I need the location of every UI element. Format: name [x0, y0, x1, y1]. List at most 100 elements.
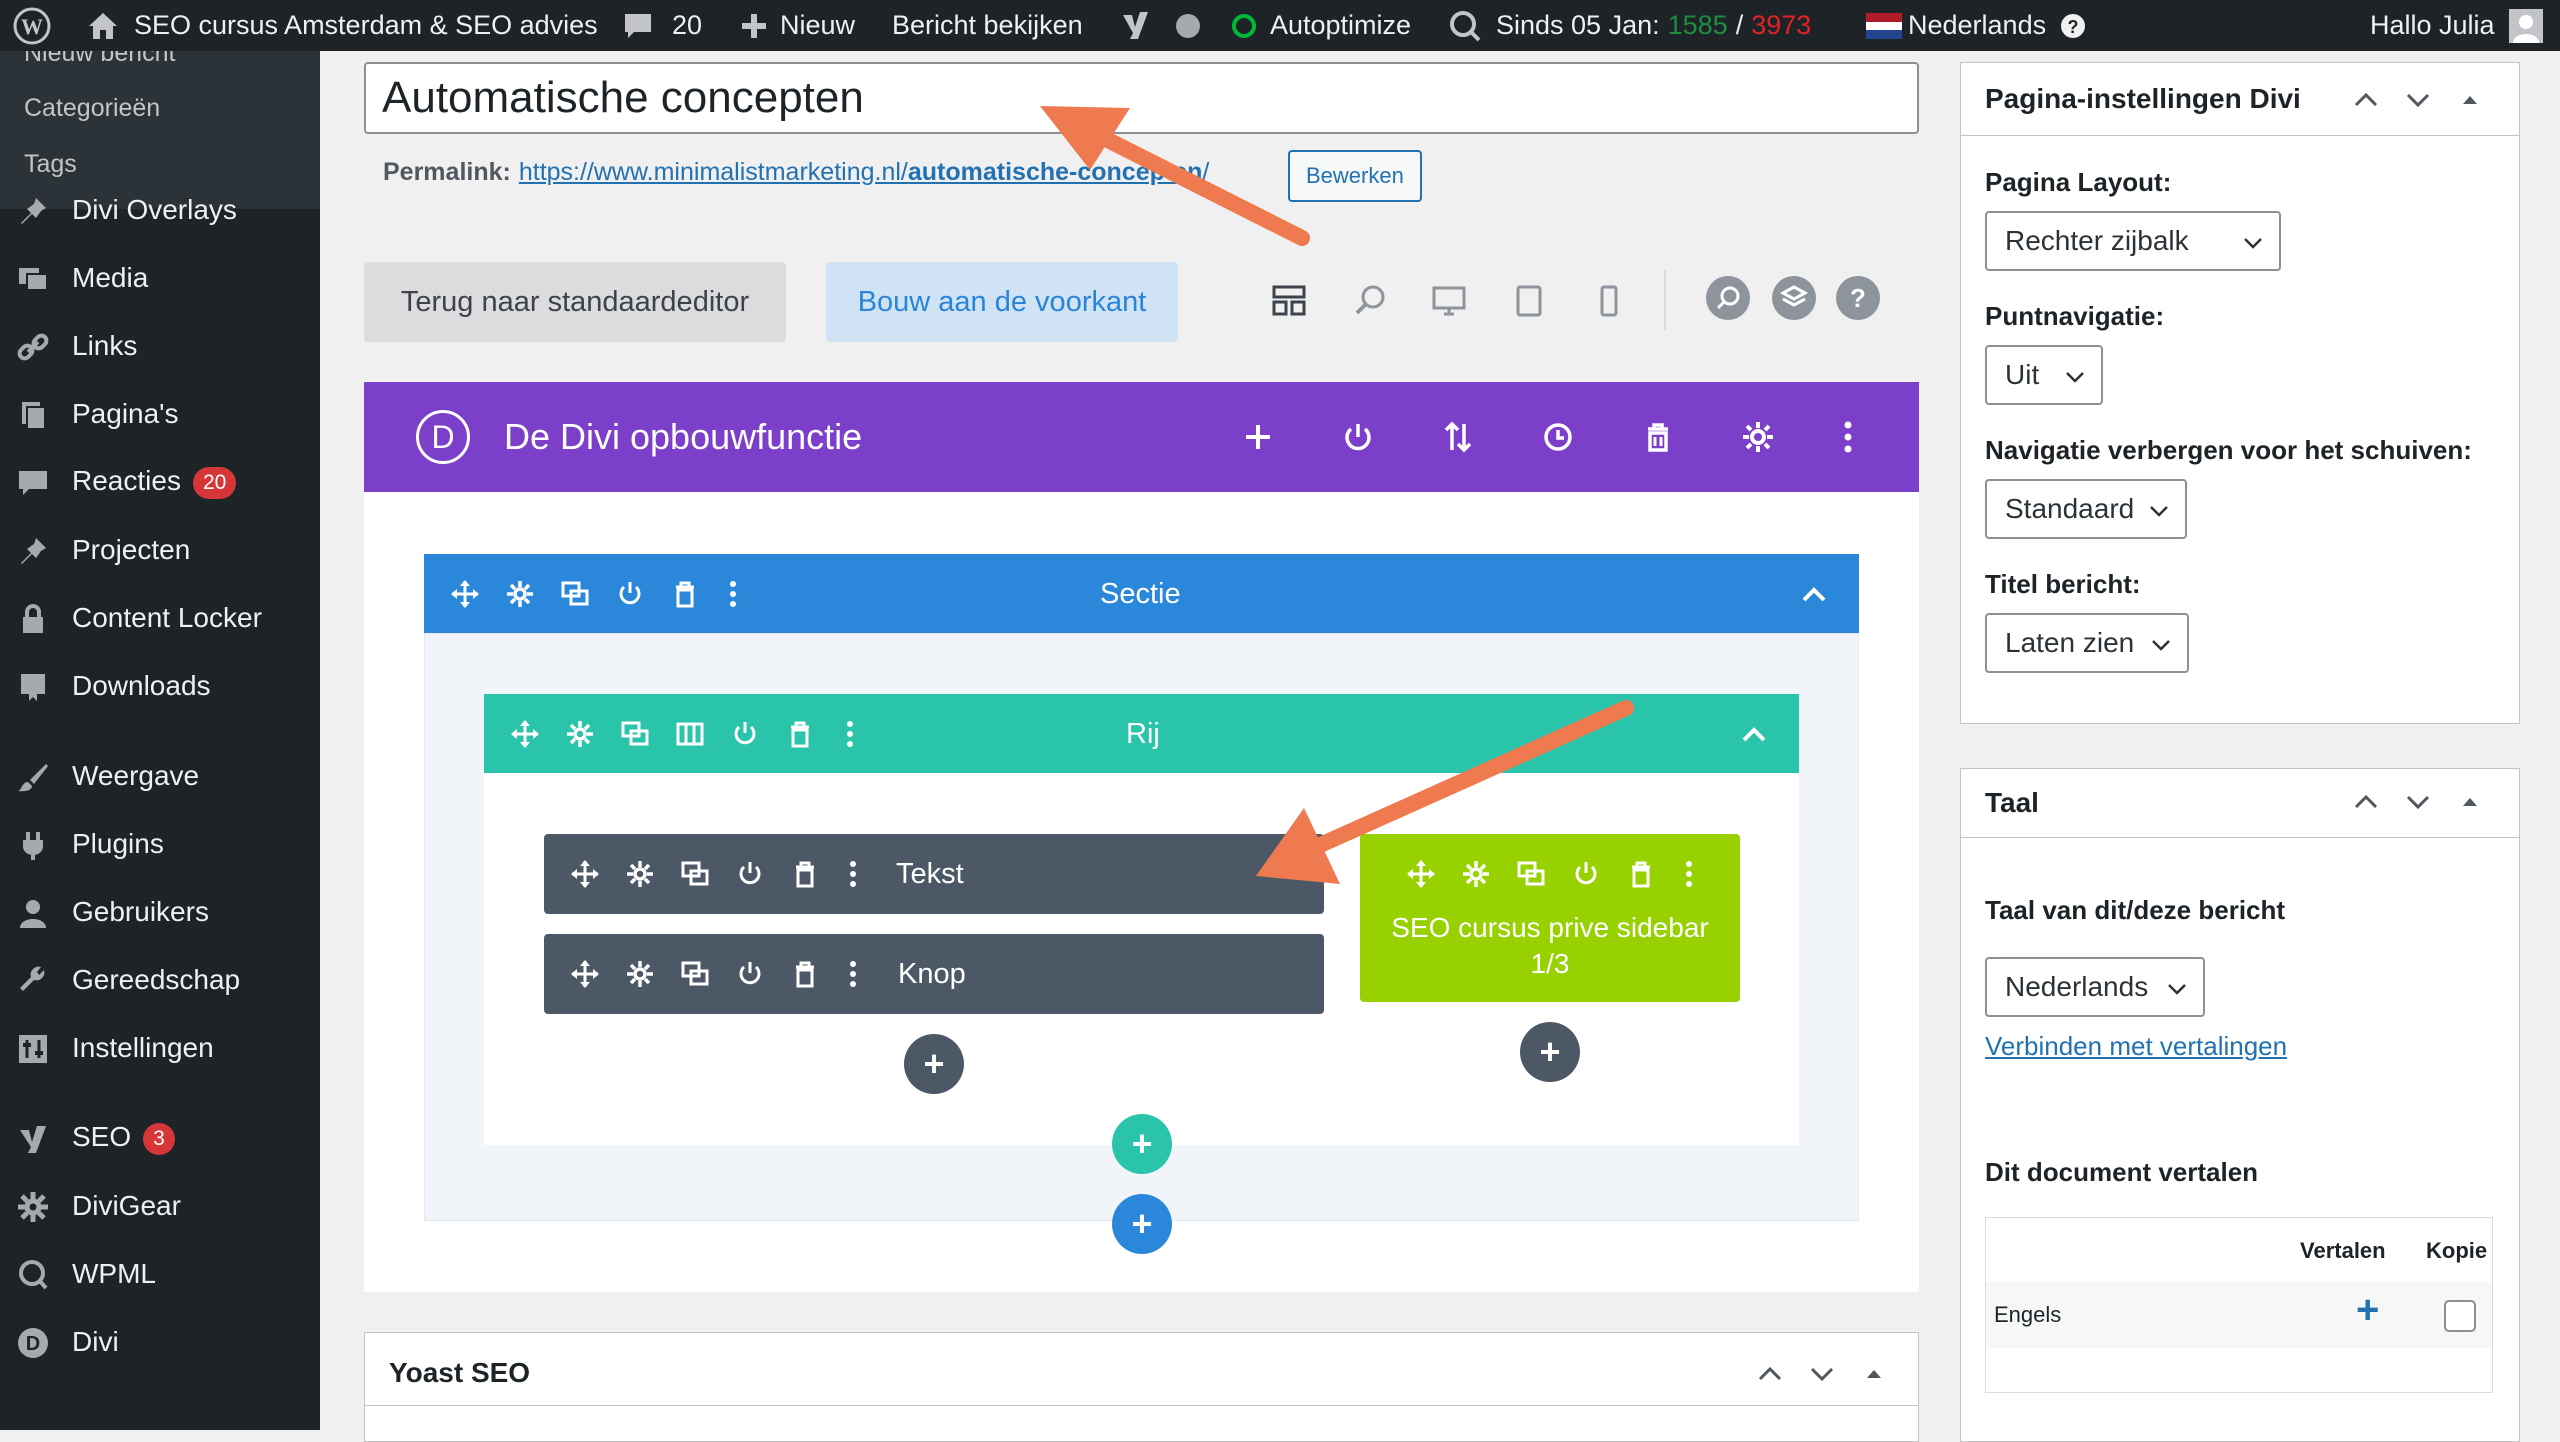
- sidebar-item-media[interactable]: Media: [0, 248, 320, 308]
- section-more-options-icon[interactable]: [718, 579, 748, 609]
- row-collapse-chevron-up-icon[interactable]: [1739, 720, 1769, 750]
- comments-link[interactable]: 20: [622, 0, 702, 51]
- row-gear-icon[interactable]: [565, 719, 595, 749]
- move-down-icon[interactable]: [2403, 85, 2433, 115]
- button-module-power-icon[interactable]: [735, 959, 765, 989]
- button-module-trash-icon[interactable]: [790, 959, 820, 989]
- submenu-categories[interactable]: Categorieën: [24, 94, 160, 123]
- post-title-select[interactable]: Laten zien: [1985, 613, 2189, 673]
- add-row-button[interactable]: +: [1112, 1114, 1172, 1174]
- module-button[interactable]: Knop: [544, 934, 1324, 1014]
- text-module-move-icon[interactable]: [570, 859, 600, 889]
- row-trash-icon[interactable]: [785, 719, 815, 749]
- sidebar-item-plugins[interactable]: Plugins: [0, 814, 320, 874]
- site-name-link[interactable]: SEO cursus Amsterdam & SEO advies: [86, 0, 598, 51]
- section-move-icon[interactable]: [450, 579, 480, 609]
- sidebar-item-divigear[interactable]: DiviGear: [0, 1176, 320, 1236]
- row-move-icon[interactable]: [510, 719, 540, 749]
- settings-gear-icon[interactable]: [1740, 419, 1776, 455]
- zoom-icon[interactable]: [1352, 282, 1390, 320]
- sidebar-item-links[interactable]: Links: [0, 316, 320, 376]
- section-duplicate-icon[interactable]: [560, 579, 590, 609]
- section-power-icon[interactable]: [615, 579, 645, 609]
- sidebar-module-more-options-icon[interactable]: [1674, 859, 1704, 889]
- button-module-gear-icon[interactable]: [625, 959, 655, 989]
- row-power-icon[interactable]: [730, 719, 760, 749]
- text-module-more-options-icon[interactable]: [838, 859, 868, 889]
- sidebar-item-pagina-s[interactable]: Pagina's: [0, 384, 320, 444]
- toggle-panel-icon[interactable]: [2455, 85, 2485, 115]
- post-language-select[interactable]: Nederlands: [1985, 957, 2205, 1017]
- sidebar-module-move-icon[interactable]: [1406, 859, 1436, 889]
- sidebar-item-divi[interactable]: D Divi: [0, 1312, 320, 1372]
- user-menu[interactable]: Hallo Julia: [2370, 0, 2543, 51]
- sidebar-item-seo[interactable]: SEO 3: [0, 1108, 320, 1168]
- layers-circle-icon[interactable]: [1772, 276, 1816, 320]
- sidebar-item-wpml[interactable]: WPML: [0, 1244, 320, 1304]
- button-module-move-icon[interactable]: [570, 959, 600, 989]
- text-module-duplicate-icon[interactable]: [680, 859, 710, 889]
- sidebar-module-trash-icon[interactable]: [1626, 859, 1656, 889]
- text-module-trash-icon[interactable]: [790, 859, 820, 889]
- stats-link[interactable]: Sinds 05 Jan: 1585 / 3973: [1448, 0, 1811, 51]
- move-down-icon[interactable]: [1807, 1359, 1837, 1389]
- yoast-adminbar-icon[interactable]: [1118, 0, 1152, 51]
- autoptimize-link[interactable]: Autoptimize: [1232, 0, 1411, 51]
- desktop-view-icon[interactable]: [1430, 282, 1468, 320]
- sidebar-module-duplicate-icon[interactable]: [1516, 859, 1546, 889]
- sidebar-item-content-locker[interactable]: Content Locker: [0, 588, 320, 648]
- permalink-url[interactable]: https://www.minimalistmarketing.nl/autom…: [519, 158, 1209, 187]
- submenu-tags[interactable]: Tags: [24, 150, 77, 179]
- add-module-button[interactable]: +: [904, 1034, 964, 1094]
- sidebar-module-power-icon[interactable]: [1571, 859, 1601, 889]
- move-up-icon[interactable]: [2351, 787, 2381, 817]
- connect-translations-link[interactable]: Verbinden met vertalingen: [1985, 1031, 2287, 1062]
- move-up-icon[interactable]: [2351, 85, 2381, 115]
- copy-checkbox[interactable]: [2444, 1300, 2476, 1332]
- dot-navigation-select[interactable]: Uit: [1985, 345, 2103, 405]
- toggle-panel-icon[interactable]: [2455, 787, 2485, 817]
- row-more-options-icon[interactable]: [835, 719, 865, 749]
- add-translation-icon[interactable]: +: [2356, 1288, 2379, 1333]
- sidebar-item-gebruikers[interactable]: Gebruikers: [0, 882, 320, 942]
- help-circle-icon[interactable]: ?: [1836, 276, 1880, 320]
- hide-nav-select[interactable]: Standaard: [1985, 479, 2187, 539]
- language-switcher[interactable]: Nederlands ?: [1866, 0, 2086, 51]
- back-to-standard-editor-button[interactable]: Terug naar standaardeditor: [364, 262, 786, 342]
- button-module-duplicate-icon[interactable]: [680, 959, 710, 989]
- text-module-power-icon[interactable]: [735, 859, 765, 889]
- row-columns-icon[interactable]: [675, 719, 705, 749]
- add-section-button[interactable]: +: [1112, 1194, 1172, 1254]
- add-icon[interactable]: [1240, 419, 1276, 455]
- move-down-icon[interactable]: [2403, 787, 2433, 817]
- collapse-chevron-up-icon[interactable]: [1799, 580, 1829, 610]
- wordpress-logo-icon[interactable]: W: [12, 0, 52, 51]
- new-content-link[interactable]: Nieuw: [740, 0, 855, 51]
- trash-icon[interactable]: [1640, 419, 1676, 455]
- sidebar-item-divi-overlays[interactable]: Divi Overlays: [0, 180, 320, 240]
- edit-permalink-button[interactable]: Bewerken: [1288, 150, 1422, 202]
- section-gear-icon[interactable]: [505, 579, 535, 609]
- move-up-icon[interactable]: [1755, 1359, 1785, 1389]
- text-module-gear-icon[interactable]: [625, 859, 655, 889]
- add-module-button-col2[interactable]: +: [1520, 1022, 1580, 1082]
- view-post-link[interactable]: Bericht bekijken: [892, 0, 1083, 51]
- sidebar-item-projecten[interactable]: Projecten: [0, 520, 320, 580]
- row-duplicate-icon[interactable]: [620, 719, 650, 749]
- more-options-icon[interactable]: [1830, 419, 1866, 455]
- search-circle-icon[interactable]: [1706, 276, 1750, 320]
- layout-icon[interactable]: [1270, 282, 1308, 320]
- sidebar-item-instellingen[interactable]: Instellingen: [0, 1018, 320, 1078]
- sidebar-module-gear-icon[interactable]: [1461, 859, 1491, 889]
- submenu-new-post[interactable]: Nieuw bericht: [24, 51, 175, 68]
- phone-view-icon[interactable]: [1590, 282, 1628, 320]
- post-title-input[interactable]: Automatische concepten: [364, 62, 1919, 134]
- sidebar-item-weergave[interactable]: Weergave: [0, 746, 320, 806]
- sidebar-item-downloads[interactable]: Downloads: [0, 656, 320, 716]
- toggle-panel-icon[interactable]: [1859, 1359, 1889, 1389]
- button-module-more-options-icon[interactable]: [838, 959, 868, 989]
- power-icon[interactable]: [1340, 419, 1376, 455]
- module-text[interactable]: Tekst: [544, 834, 1324, 914]
- sidebar-item-reacties[interactable]: Reacties 20: [0, 452, 320, 512]
- sort-icon[interactable]: [1440, 419, 1476, 455]
